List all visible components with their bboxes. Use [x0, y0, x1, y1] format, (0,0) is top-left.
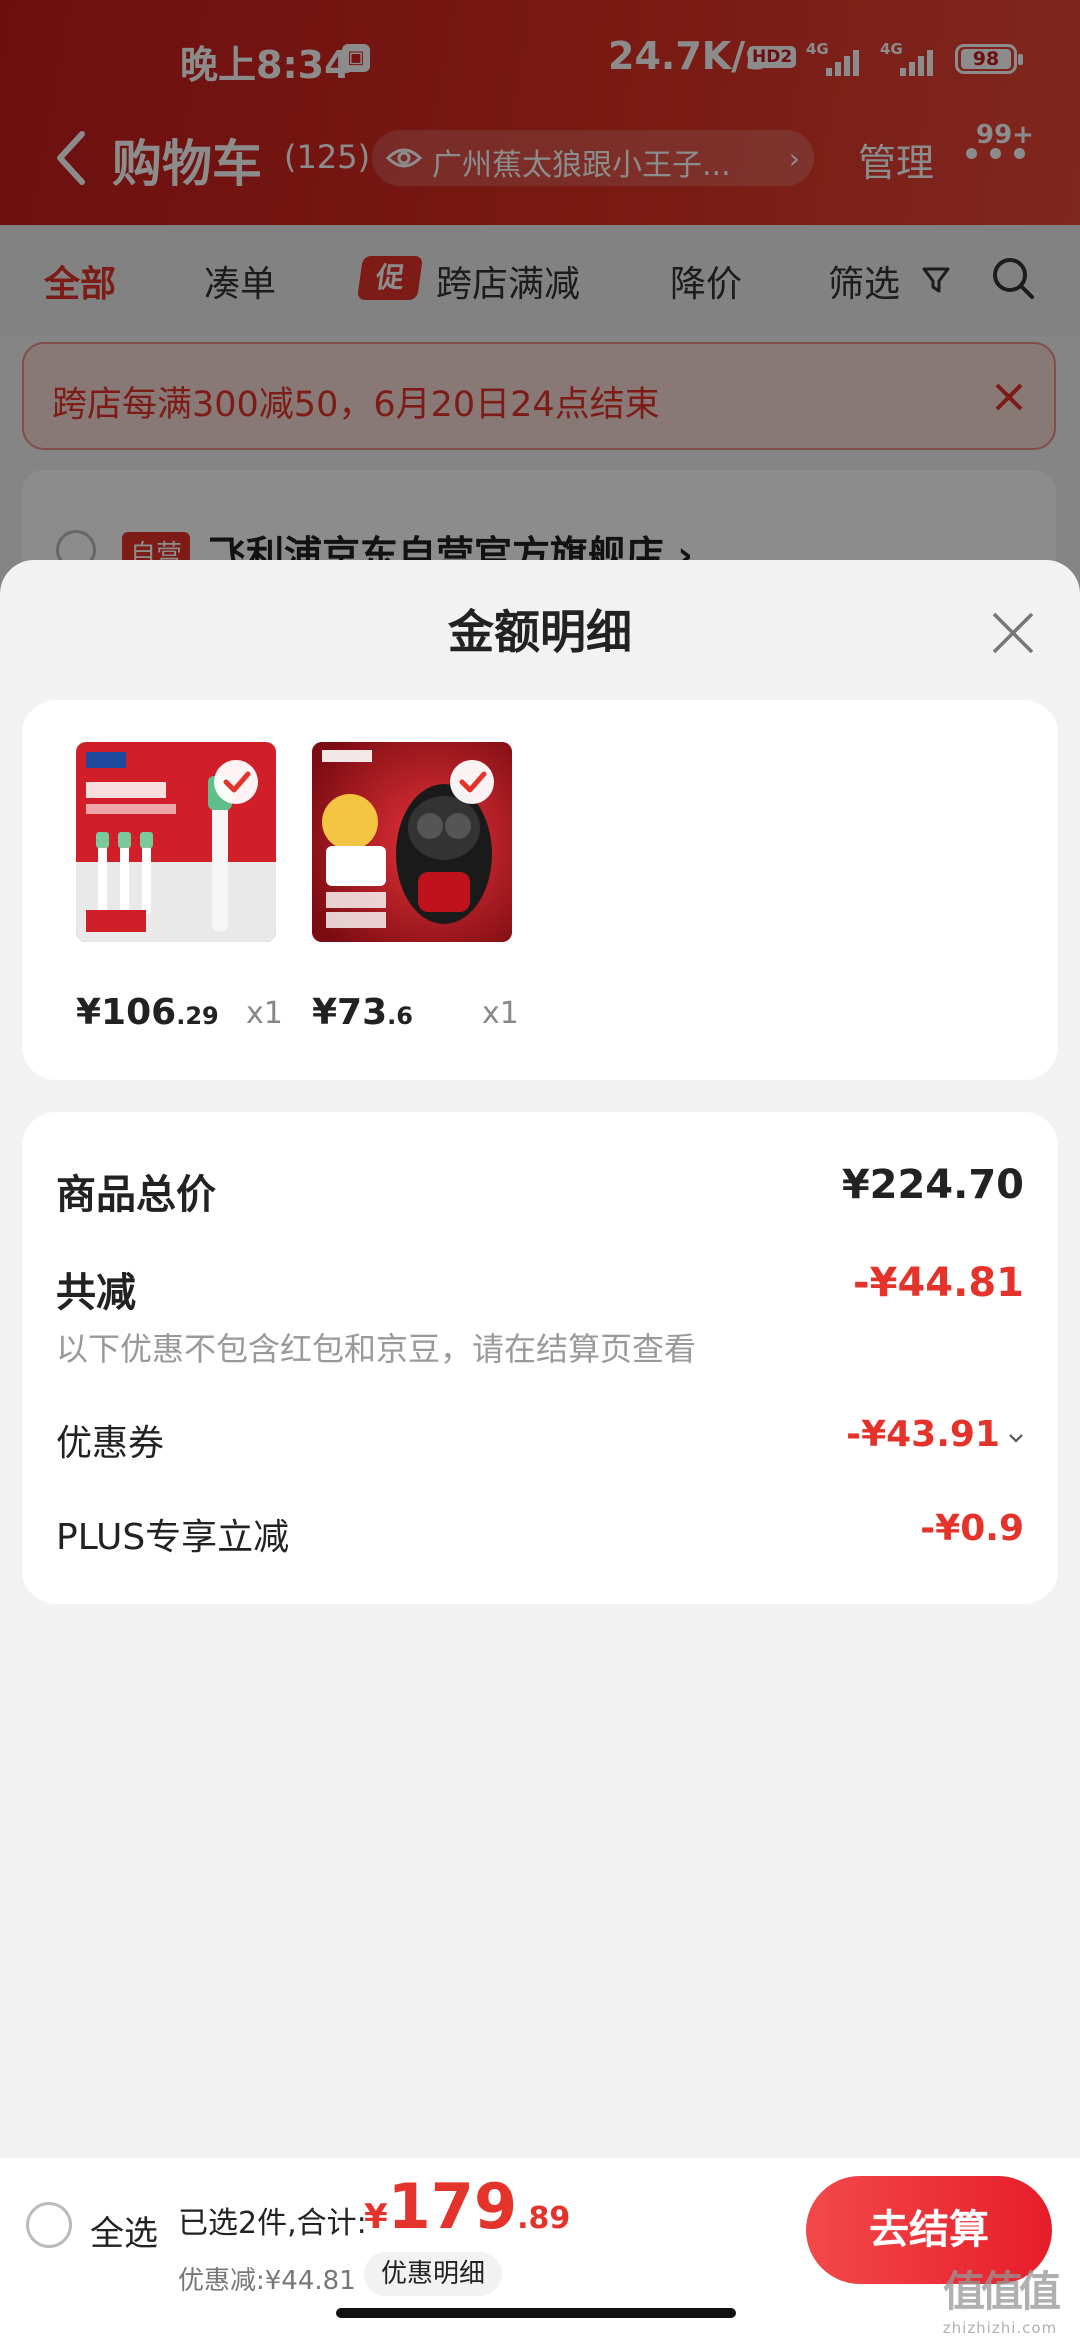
items-card: ¥106.29 x1 ¥73.6 x1	[22, 700, 1058, 1080]
discount-summary: 优惠减:¥44.81	[178, 2266, 356, 2296]
total-price-label: 商品总价	[56, 1172, 216, 1218]
coupon-row[interactable]: 优惠券 -¥43.91	[56, 1414, 1024, 1466]
total-price-row: 商品总价 ¥224.70	[56, 1162, 1024, 1220]
discount-label: 共减	[56, 1270, 136, 1316]
selected-count-text: 已选2件,合计:	[178, 2206, 367, 2241]
watermark: 值值值 zhizhizhi.com	[942, 2267, 1061, 2337]
plus-discount-value: -¥0.9	[920, 1508, 1024, 1549]
amount-detail-sheet: 金额明细 ¥106.29 x1 ¥73.6 x1 商品总价 ¥224.70 共减…	[0, 560, 1080, 2340]
total-price-value: ¥224.70	[841, 1162, 1024, 1208]
discount-detail-button[interactable]: 优惠明细	[364, 2252, 502, 2296]
plus-discount-label: PLUS专享立减	[56, 1517, 290, 1558]
total-amount: ¥179.89	[364, 2170, 571, 2243]
item-price: ¥106.29	[76, 992, 219, 1033]
chevron-down-icon	[1009, 1434, 1023, 1443]
discount-note: 以下优惠不包含红包和京豆，请在结算页查看	[56, 1330, 697, 1368]
item-quantity: x1	[482, 996, 519, 1031]
coupon-value: -¥43.91	[846, 1414, 1024, 1455]
product-image-toothbrush-heads	[76, 742, 276, 942]
plus-discount-row: PLUS专享立减 -¥0.9	[56, 1508, 1024, 1560]
select-all-radio[interactable]	[26, 2202, 72, 2248]
discount-value: -¥44.81	[853, 1260, 1024, 1306]
coupon-label: 优惠券	[56, 1423, 165, 1464]
product-image-shaver	[312, 742, 512, 942]
price-summary-card: 商品总价 ¥224.70 共减 -¥44.81 以下优惠不包含红包和京豆，请在结…	[22, 1112, 1058, 1604]
close-icon[interactable]	[990, 610, 1036, 656]
discount-row: 共减 -¥44.81	[56, 1260, 1024, 1318]
discount-note-row: 以下优惠不包含红包和京豆，请在结算页查看	[56, 1324, 1024, 1370]
item-quantity: x1	[246, 996, 283, 1031]
sheet-title: 金额明细	[448, 605, 632, 659]
item-price: ¥73.6	[312, 992, 413, 1033]
select-all-label[interactable]: 全选	[90, 2206, 158, 2255]
home-indicator[interactable]	[336, 2308, 736, 2318]
